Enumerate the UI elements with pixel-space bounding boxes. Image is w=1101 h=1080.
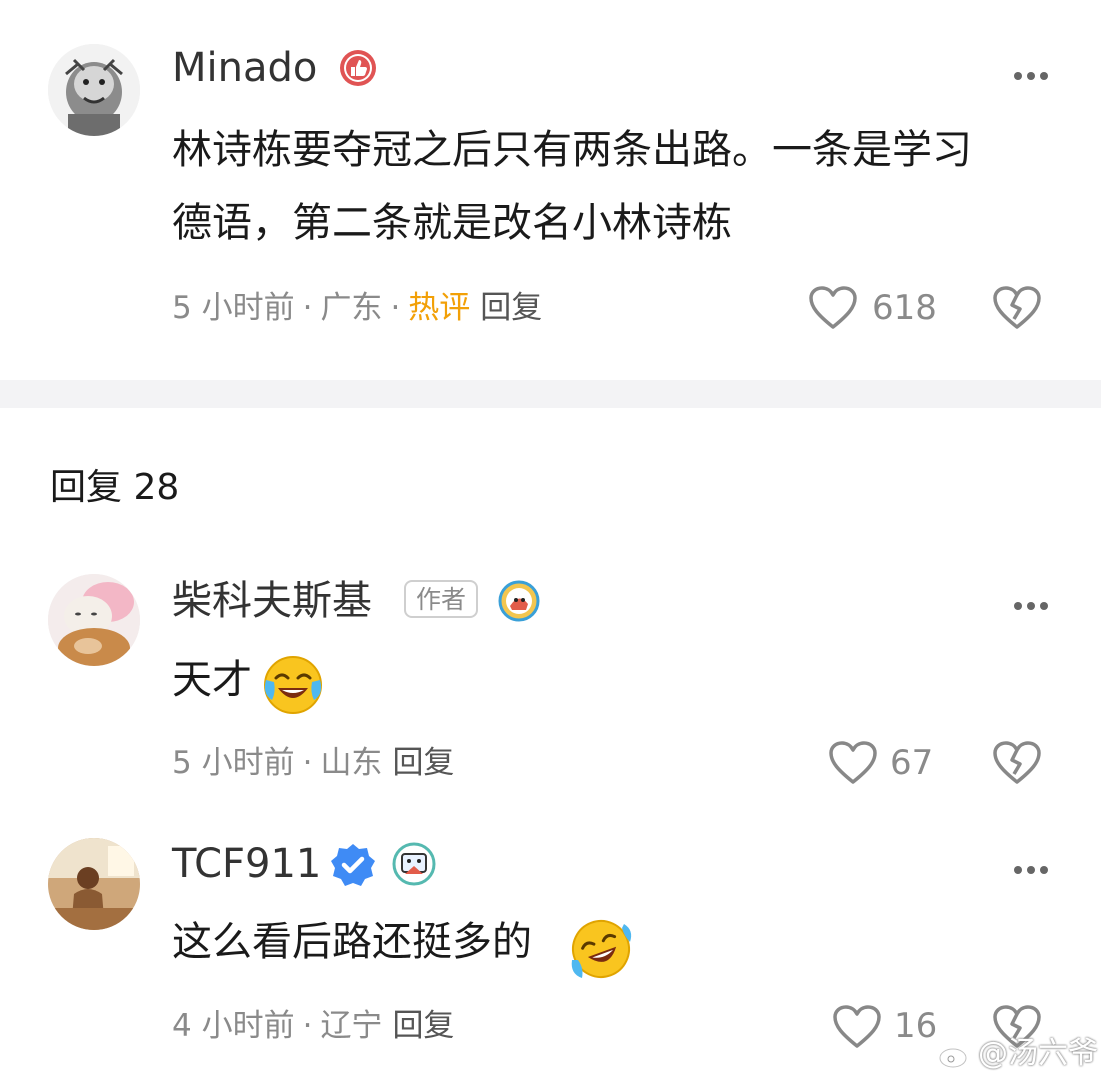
fan-badge-icon <box>392 842 436 886</box>
reply-button[interactable]: 回复 <box>392 745 454 781</box>
timestamp: 4 小时前 <box>172 1008 295 1044</box>
comment-text: 林诗栋要夺冠之后只有两条出路。一条是学习 <box>172 127 972 173</box>
more-options-icon[interactable] <box>1013 860 1049 874</box>
location: 辽宁 <box>320 1008 383 1044</box>
comment-text: 天才 <box>172 650 252 710</box>
reply-button[interactable]: 回复 <box>392 1008 454 1044</box>
like-count: 16 <box>894 1006 938 1046</box>
comment-meta: 5 小时前 · 山东 回复 <box>172 745 455 781</box>
comment-meta: 4 小时前 · 辽宁 回复 <box>172 1008 455 1044</box>
reply-text: 这么看后路还挺多的 <box>172 919 532 965</box>
author-badge: 作者 <box>404 580 479 618</box>
like-count: 618 <box>872 288 937 328</box>
broken-heart-icon[interactable] <box>992 740 1042 786</box>
heart-icon[interactable] <box>832 1004 882 1050</box>
verified-badge-icon <box>330 842 376 888</box>
more-options-icon[interactable] <box>1013 66 1049 80</box>
rofl-emoji-icon <box>568 916 634 982</box>
broken-heart-icon[interactable] <box>992 285 1042 331</box>
location: 山东 <box>320 745 383 781</box>
avatar[interactable] <box>48 838 140 930</box>
weibo-logo-icon <box>938 1040 974 1070</box>
avatar[interactable] <box>48 574 140 666</box>
section-divider <box>0 380 1101 408</box>
username[interactable]: Minado <box>172 44 317 92</box>
location: 广东 <box>320 290 383 326</box>
replies-count-title: 回复 28 <box>50 467 180 508</box>
more-options-icon[interactable] <box>1013 596 1049 610</box>
heart-icon[interactable] <box>828 740 878 786</box>
fan-badge-icon <box>498 580 540 622</box>
username[interactable]: TCF911 <box>172 840 321 888</box>
avatar[interactable] <box>48 44 140 136</box>
comment-meta: 5 小时前 · 广东 · 热评 回复 <box>172 290 543 326</box>
comment-text-line2: 德语，第二条就是改名小林诗栋 <box>172 200 732 246</box>
watermark: @汤六爷 <box>978 1036 1098 1071</box>
thumbs-up-badge-icon <box>338 48 378 88</box>
heart-icon[interactable] <box>808 285 858 331</box>
comment-text: 这么看后路还挺多的 <box>172 912 532 972</box>
hot-comment-label: 热评 <box>408 290 471 326</box>
reply-text: 天才 <box>172 657 252 703</box>
timestamp: 5 小时前 <box>172 290 295 326</box>
username[interactable]: 柴科夫斯基 <box>172 577 372 625</box>
laughing-crying-emoji-icon <box>262 654 324 716</box>
timestamp: 5 小时前 <box>172 745 295 781</box>
reply-button[interactable]: 回复 <box>480 290 542 326</box>
like-count: 67 <box>890 743 934 783</box>
